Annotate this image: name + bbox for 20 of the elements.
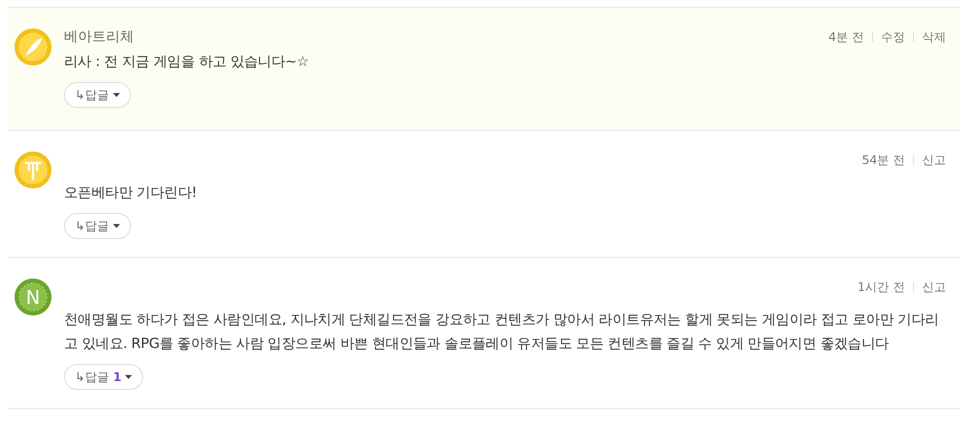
comment-time: 1시간 전 — [858, 278, 905, 296]
caret-icon — [113, 224, 120, 228]
avatar-icon — [14, 28, 52, 66]
action-link[interactable]: 신고 — [922, 152, 946, 168]
caret-icon — [113, 93, 120, 97]
author-name: 베아트리체 — [64, 28, 134, 46]
action-link[interactable]: 수정 — [881, 28, 905, 46]
comment-text: 천애명월도 하다가 접은 사람인데요, 지나치게 단체길드전을 강요하고 컨텐츠가 많아서 라이트유저는 할게 못되는 게임이라 접고 로아만 기다리고 있네요. RPG를 좋아하는 사람 입장으로써 바쁜 현대인들과 솔로플레이 유저들도 모든 컨텐츠를 즐길 수 있게 만들어지면 좋겠습니다 — [64, 311, 940, 354]
caret-icon — [125, 375, 132, 379]
reply-button[interactable]: ↳답글 — [64, 82, 132, 108]
avatar-icon — [14, 151, 52, 189]
reply-button[interactable]: ↳답글 — [64, 213, 132, 239]
reply-button[interactable]: ↳답글 1 — [64, 364, 144, 390]
avatar-icon: N — [14, 278, 52, 316]
comment-text: 리사 : 전 지금 게임을 하고 있습니다~☆ — [64, 53, 310, 72]
comment-time: 4분 전 — [828, 28, 864, 46]
action-link[interactable]: 삭제 — [922, 28, 946, 46]
comment-text: 오픈베타만 기다린다! — [64, 184, 198, 203]
comment-time: 54분 전 — [862, 152, 905, 168]
action-link[interactable]: 신고 — [922, 278, 946, 296]
